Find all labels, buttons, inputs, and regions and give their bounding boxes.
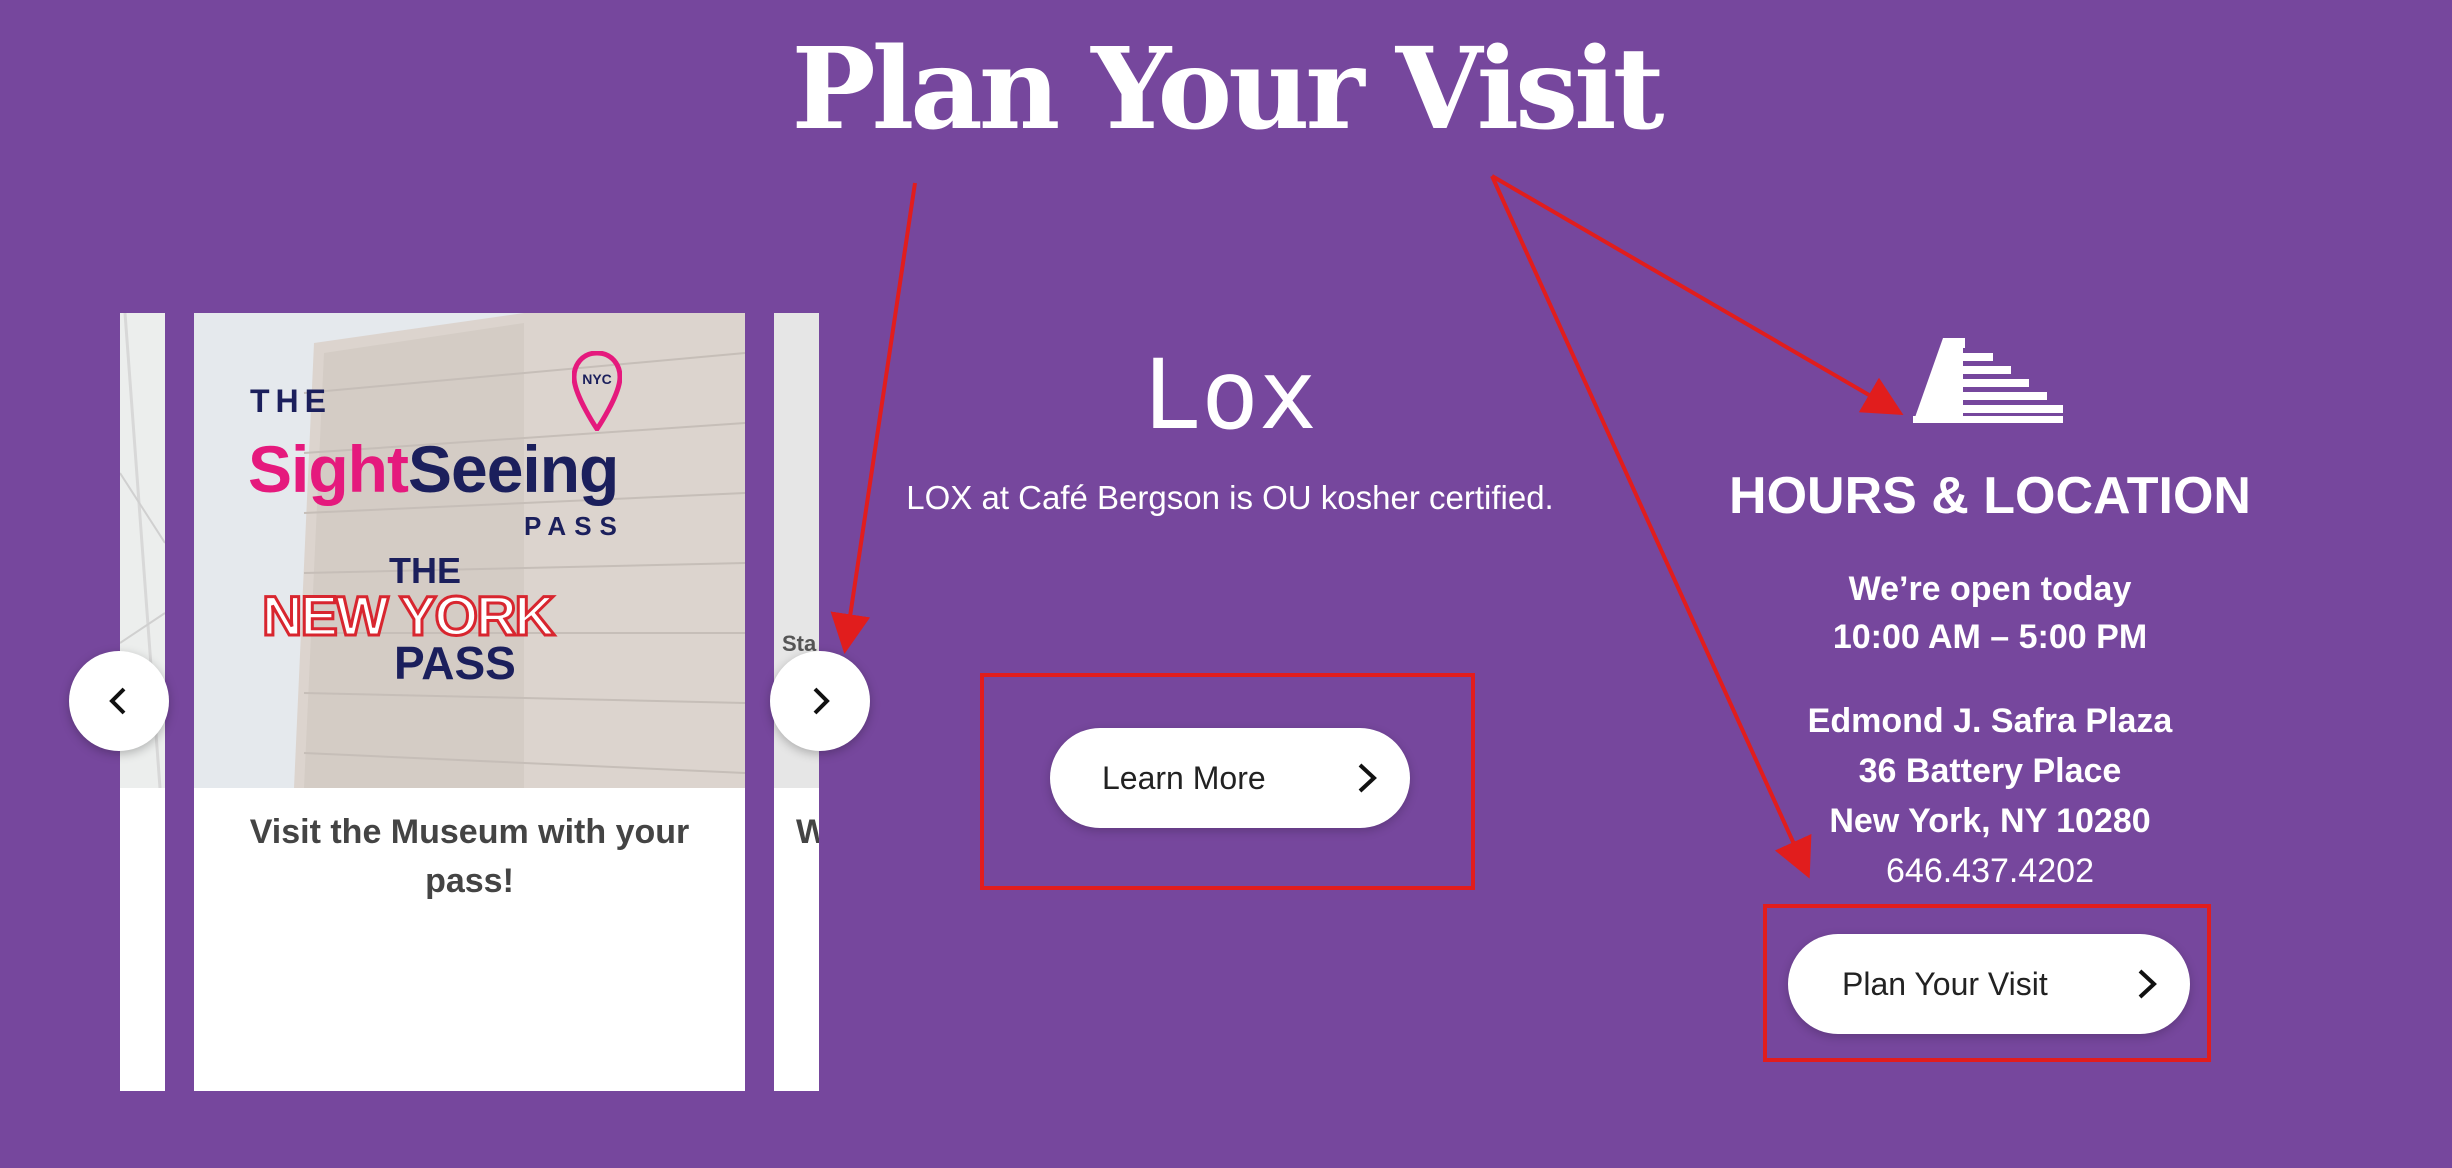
address-line-1: Edmond J. Safra Plaza [1807, 702, 2173, 740]
open-status-text: We’re open today [1848, 570, 2132, 608]
logo-the: THE [250, 383, 332, 419]
learn-more-label: Learn More [1102, 760, 1266, 796]
chevron-right-icon [1358, 763, 1377, 793]
logo-sightseeing: SightSeeing [248, 431, 619, 507]
chevron-left-icon [109, 687, 126, 715]
address-line-3: New York, NY 10280 [1829, 802, 2151, 840]
plan-your-visit-label: Plan Your Visit [1842, 966, 2048, 1002]
dining-description: LOX at Café Bergson is OU kosher certifi… [906, 479, 1554, 516]
logo-pass: PASS [524, 511, 625, 541]
phone-number[interactable]: 646.437.4202 [1690, 850, 2290, 892]
chevron-right-icon [2138, 969, 2157, 999]
plan-your-visit-button[interactable]: Plan Your Visit [1788, 934, 2190, 1034]
annotation-arrow [1490, 174, 1904, 416]
card-caption[interactable]: W [796, 813, 819, 852]
chevron-right-icon [813, 687, 830, 715]
hours-time: 10:00 AM – 5:00 PM [1832, 618, 2148, 656]
card-image: THE SightSeeing PASS NYC THE NEW YORK PA… [194, 313, 745, 788]
carousel-next-button[interactable] [770, 651, 870, 751]
address-line-2: 36 Battery Place [1858, 752, 2122, 790]
card-caption[interactable]: Visit the Museum with your pass! [224, 808, 715, 906]
map-pin-icon: NYC [571, 350, 623, 434]
learn-more-button[interactable]: Learn More [1050, 728, 1410, 828]
lox-logo: Lox [1143, 339, 1317, 451]
logo-pass-2: PASS [394, 637, 516, 689]
logo-sight: Sight [248, 432, 409, 506]
annotation-arrow [830, 182, 917, 654]
museum-logo-icon [1913, 338, 2065, 423]
hours-heading: HOURS & LOCATION [1729, 467, 2251, 525]
carousel-card-sightseeing-pass[interactable]: THE SightSeeing PASS NYC THE NEW YORK PA… [194, 313, 745, 1091]
carousel-prev-button[interactable] [69, 651, 169, 751]
page-title: Plan Your Visit [791, 24, 1665, 155]
logo-seeing: Seeing [407, 432, 619, 506]
